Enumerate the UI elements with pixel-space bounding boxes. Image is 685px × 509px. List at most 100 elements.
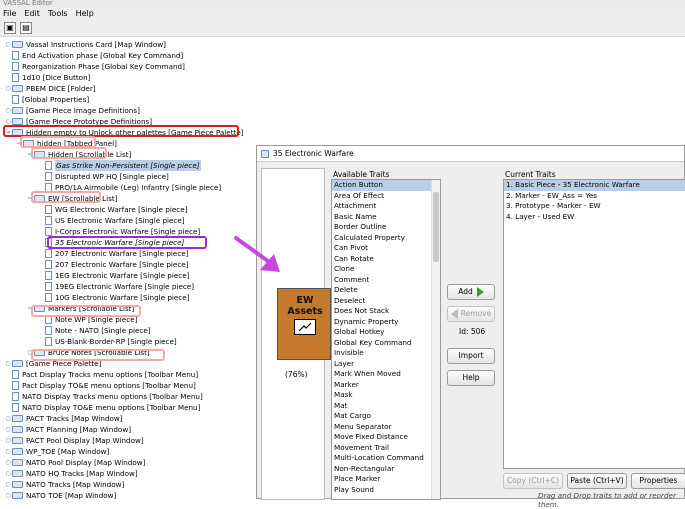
- tree-item[interactable]: ○ PACT Tracks [Map Window]: [4, 413, 122, 424]
- collapsed-toggle-icon[interactable]: ○: [4, 424, 12, 435]
- tree-item[interactable]: US-Blank-Border-RP [Single piece]: [37, 336, 177, 347]
- collapsed-toggle-icon[interactable]: ○: [4, 39, 12, 50]
- available-trait-item[interactable]: Attachment: [332, 201, 440, 212]
- menu-tools[interactable]: Tools: [48, 9, 68, 18]
- available-trait-item[interactable]: Place Marker: [332, 474, 440, 485]
- current-trait-item[interactable]: 1. Basic Piece - 35 Electronic Warfare: [504, 180, 685, 191]
- available-trait-item[interactable]: Non-Rectangular: [332, 464, 440, 475]
- menu-help[interactable]: Help: [76, 9, 94, 18]
- properties-button[interactable]: Properties: [631, 473, 685, 489]
- tree-item[interactable]: ○ NATO Pool Display [Map Window]: [4, 457, 145, 468]
- tree-item[interactable]: End Activation phase [Global Key Command…: [4, 50, 183, 61]
- tree-item[interactable]: NATO Display Tracks menu options [Toolba…: [4, 391, 203, 402]
- available-trait-item[interactable]: Area Of Effect: [332, 191, 440, 202]
- save-icon[interactable]: ▣: [4, 22, 16, 34]
- tree-item[interactable]: ○ PACT Planning [Map Window]: [4, 424, 131, 435]
- tree-item[interactable]: ○ WP_TOE [Map Window]: [4, 446, 109, 457]
- tree-item[interactable]: ○ Vassal Instructions Card [Map Window]: [4, 39, 166, 50]
- available-trait-item[interactable]: Move Fixed Distance: [332, 432, 440, 443]
- collapsed-toggle-icon[interactable]: ○: [4, 468, 12, 479]
- available-trait-item[interactable]: Mat Cargo: [332, 411, 440, 422]
- collapsed-toggle-icon[interactable]: ○: [4, 413, 12, 424]
- tree-item[interactable]: Gas Strike Non-Persistent [Single piece]: [37, 159, 201, 171]
- available-trait-item[interactable]: Dynamic Property: [332, 317, 440, 328]
- help-button[interactable]: Help: [447, 370, 495, 386]
- tree-item[interactable]: I-Corps Electronic Warfare [Single piece…: [37, 226, 200, 237]
- module-tree[interactable]: ○ Vassal Instructions Card [Map Window] En…: [0, 38, 260, 500]
- available-trait-item[interactable]: Multi-Location Command: [332, 453, 440, 464]
- tree-item[interactable]: 207 Electronic Warfare [Single piece]: [37, 259, 189, 270]
- available-trait-item[interactable]: Comment: [332, 275, 440, 286]
- available-trait-item[interactable]: Invisible: [332, 348, 440, 359]
- document-icon: [45, 325, 52, 335]
- tree-item[interactable]: [Global Properties]: [4, 94, 89, 105]
- tree-item[interactable]: 207 Electronic Warfare [Single piece]: [37, 248, 189, 259]
- available-trait-item[interactable]: Border Outline: [332, 222, 440, 233]
- collapsed-toggle-icon[interactable]: ○: [4, 490, 12, 500]
- available-scrollbar[interactable]: [431, 180, 440, 499]
- collapsed-toggle-icon[interactable]: ○: [4, 446, 12, 457]
- tree-item[interactable]: ○ PBEM DICE [Folder]: [4, 83, 95, 94]
- available-trait-item[interactable]: Global Key Command: [332, 338, 440, 349]
- tree-item[interactable]: 1EG Electronic Warfare [Single piece]: [37, 270, 189, 281]
- import-button[interactable]: Import: [447, 348, 495, 364]
- available-trait-item[interactable]: Menu Separator: [332, 422, 440, 433]
- collapsed-toggle-icon[interactable]: ○: [4, 457, 12, 468]
- available-trait-item[interactable]: Basic Name: [332, 212, 440, 223]
- available-trait-item[interactable]: Can Rotate: [332, 254, 440, 265]
- current-traits-list[interactable]: 1. Basic Piece - 35 Electronic Warfare 2.…: [503, 179, 685, 469]
- current-trait-item[interactable]: 4. Layer - Used EW: [504, 212, 685, 223]
- tree-item-label: Vassal Instructions Card [Map Window]: [26, 39, 166, 49]
- tree-item[interactable]: 1d10 [Dice Button]: [4, 72, 90, 83]
- available-traits-list[interactable]: Action Button Area Of Effect Attachment Bas…: [331, 179, 441, 500]
- tree-item[interactable]: 19EG Electronic Warfare [Single piece]: [37, 281, 194, 292]
- tree-item[interactable]: NATO Display TO&E menu options [Toolbar …: [4, 402, 200, 413]
- available-trait-item[interactable]: Calculated Property: [332, 233, 440, 244]
- copy-button[interactable]: Copy (Ctrl+C): [503, 473, 563, 489]
- menu-edit[interactable]: Edit: [24, 9, 40, 18]
- available-trait-item[interactable]: Marker: [332, 380, 440, 391]
- collapsed-toggle-icon[interactable]: ○: [4, 435, 12, 446]
- tree-item[interactable]: Disrupted WP HQ [Single piece]: [37, 171, 169, 182]
- collapsed-toggle-icon[interactable]: ○: [4, 83, 12, 94]
- tree-item[interactable]: Reorganization Phase [Global Key Command…: [4, 61, 185, 72]
- current-trait-item[interactable]: 3. Prototype - Marker - EW: [504, 201, 685, 212]
- available-trait-item[interactable]: Mask: [332, 390, 440, 401]
- add-button[interactable]: Add: [447, 284, 495, 300]
- collapsed-toggle-icon[interactable]: ○: [4, 479, 12, 490]
- collapsed-toggle-icon[interactable]: ○: [4, 105, 12, 116]
- available-trait-item[interactable]: Does Not Stack: [332, 306, 440, 317]
- available-trait-item[interactable]: Delete: [332, 285, 440, 296]
- menu-file[interactable]: File: [3, 9, 16, 18]
- folder-icon: [12, 491, 23, 499]
- tree-item[interactable]: Pact Display TO&E menu options [Toolbar …: [4, 380, 196, 391]
- tree-item[interactable]: ○ NATO HQ Tracks [Map Window]: [4, 468, 137, 479]
- available-trait-item[interactable]: Mat: [332, 401, 440, 412]
- document-icon: [12, 402, 19, 412]
- available-trait-item[interactable]: Movement Trail: [332, 443, 440, 454]
- available-trait-item[interactable]: Play Sound: [332, 485, 440, 496]
- tree-item[interactable]: Note - NATO [Single piece]: [37, 325, 151, 336]
- save-all-icon[interactable]: ▤: [20, 22, 32, 34]
- available-trait-item[interactable]: Can Pivot: [332, 243, 440, 254]
- available-trait-item[interactable]: Layer: [332, 359, 440, 370]
- available-trait-item[interactable]: Mark When Moved: [332, 369, 440, 380]
- tree-item[interactable]: WG Electronic Warfare [Single piece]: [37, 204, 187, 215]
- current-trait-item[interactable]: 2. Marker - EW_Ass = Yes: [504, 191, 685, 202]
- remove-button[interactable]: Remove: [447, 306, 495, 322]
- tree-item[interactable]: US Electronic Warfare [Single piece]: [37, 215, 185, 226]
- available-trait-item[interactable]: Clone: [332, 264, 440, 275]
- available-trait-item[interactable]: Global Hotkey: [332, 327, 440, 338]
- available-trait-item[interactable]: Action Button: [332, 180, 440, 191]
- tree-item[interactable]: ○ NATO Tracks [Map Window]: [4, 479, 124, 490]
- tree-item[interactable]: Pact Display Tracks menu options [Toolba…: [4, 369, 198, 380]
- tree-item[interactable]: 10G Electronic Warfare [Single piece]: [37, 292, 190, 303]
- tree-item[interactable]: ○ [Game Piece Image Definitions]: [4, 105, 140, 116]
- tree-item[interactable]: ○ NATO TOE [Map Window]: [4, 490, 116, 500]
- paste-button[interactable]: Paste (Ctrl+V): [567, 473, 627, 489]
- collapsed-toggle-icon[interactable]: ○: [4, 358, 12, 369]
- dialog-title-bar[interactable]: 35 Electronic Warfare: [257, 146, 684, 162]
- document-icon: [45, 215, 52, 225]
- available-trait-item[interactable]: Deselect: [332, 296, 440, 307]
- tree-item[interactable]: ○ PACT Pool Display [Map Window]: [4, 435, 143, 446]
